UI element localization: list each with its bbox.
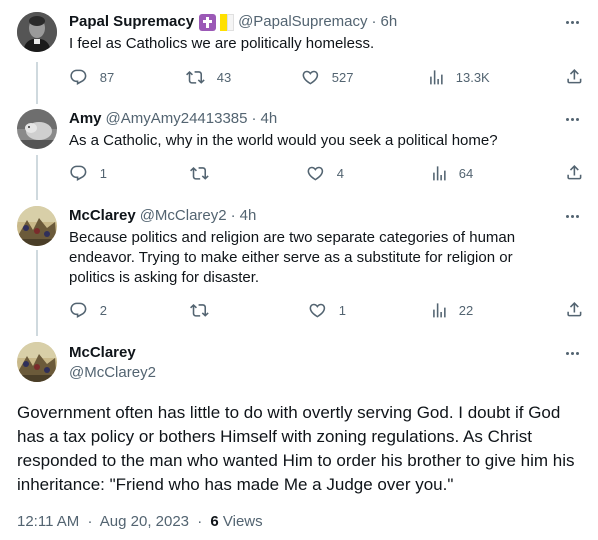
handle[interactable]: @McClarey2: [69, 363, 156, 383]
tweet-amy[interactable]: Amy @AmyAmy24413385 · 4h As a Catholic, …: [0, 109, 598, 189]
reply-button[interactable]: 1: [69, 163, 107, 183]
tweet-text: Government often has little to do with o…: [17, 403, 575, 494]
reply-icon: [70, 302, 87, 318]
reply-icon: [70, 69, 87, 85]
reply-icon: [70, 165, 87, 181]
action-bar: 1 4 64: [69, 163, 584, 183]
share-button[interactable]: [565, 163, 584, 187]
tweet-header: Amy @AmyAmy24413385 · 4h: [69, 109, 277, 129]
retweet-icon: [186, 70, 205, 84]
tweet-text: As a Catholic, why in the world would yo…: [69, 132, 498, 149]
separator-dot: ·: [230, 207, 236, 224]
display-name[interactable]: Amy: [69, 109, 102, 129]
tweet-header: Papal Supremacy @PapalSupremacy · 6h: [69, 12, 397, 32]
cross-badge-icon: [199, 13, 217, 31]
more-icon[interactable]: [562, 12, 582, 32]
avatar[interactable]: [17, 12, 57, 52]
handle[interactable]: @AmyAmy24413385: [106, 109, 248, 129]
share-button[interactable]: [565, 300, 584, 324]
retweet-icon: [190, 303, 209, 317]
separator-dot: ·: [87, 513, 93, 530]
handle[interactable]: @PapalSupremacy: [238, 12, 367, 32]
vatican-flag-icon: [220, 13, 235, 31]
like-icon: [302, 70, 319, 85]
post-time[interactable]: 12:11 AM: [17, 513, 79, 530]
display-name[interactable]: Papal Supremacy: [69, 12, 194, 32]
like-icon: [307, 166, 324, 181]
avatar[interactable]: [17, 206, 57, 246]
views-count: 64: [458, 165, 474, 181]
like-count: 1: [338, 302, 346, 318]
separator-dot: ·: [371, 13, 377, 30]
display-name[interactable]: McClarey: [69, 206, 136, 226]
reply-count: 87: [99, 69, 115, 85]
action-bar: 87 43 527 13.3K: [69, 67, 584, 87]
views-icon: [430, 69, 443, 85]
separator-dot: ·: [197, 513, 203, 530]
timestamp[interactable]: 6h: [381, 12, 398, 32]
views-button[interactable]: 22: [430, 300, 473, 320]
tweet-meta: 12:11 AM · Aug 20, 2023 · 6 Views: [17, 512, 263, 532]
views-button[interactable]: 64: [430, 163, 473, 183]
views-count: 6: [210, 513, 219, 530]
tweet-text: Because politics and religion are two se…: [69, 229, 516, 286]
avatar[interactable]: [17, 109, 57, 149]
tweet-text: I feel as Catholics we are politically h…: [69, 35, 375, 52]
share-icon: [567, 165, 582, 180]
like-count: 527: [331, 69, 354, 85]
views-label: Views: [222, 513, 263, 530]
retweet-icon: [190, 166, 209, 180]
timestamp[interactable]: 4h: [260, 109, 277, 129]
reply-button[interactable]: 2: [69, 300, 107, 320]
more-icon[interactable]: [562, 206, 582, 226]
tweet-header: McClarey @McClarey2 · 4h: [69, 206, 256, 226]
tweet-papal-supremacy[interactable]: Papal Supremacy @PapalSupremacy · 6h I f…: [0, 12, 598, 92]
separator-dot: ·: [251, 110, 257, 127]
like-button[interactable]: 527: [301, 67, 353, 87]
share-icon: [567, 302, 582, 317]
more-icon[interactable]: [562, 109, 582, 129]
reply-count: 1: [99, 165, 107, 181]
retweet-count: 43: [216, 69, 232, 85]
avatar[interactable]: [17, 342, 57, 382]
post-date[interactable]: Aug 20, 2023: [100, 513, 189, 530]
like-button[interactable]: 1: [308, 300, 346, 320]
handle[interactable]: @McClarey2: [140, 206, 227, 226]
views-button[interactable]: 13.3K: [427, 67, 490, 87]
views-icon: [433, 165, 446, 181]
tweet-mcclarey-reply[interactable]: McClarey @McClarey2 · 4h Because politic…: [0, 206, 598, 326]
tweet-main: McClarey @McClarey2 Government often has…: [0, 342, 598, 540]
retweet-button[interactable]: [190, 163, 221, 183]
reply-button[interactable]: 87: [69, 67, 114, 87]
more-icon[interactable]: [562, 343, 582, 363]
reply-count: 2: [99, 302, 107, 318]
share-button[interactable]: [565, 67, 584, 91]
timestamp[interactable]: 4h: [240, 206, 257, 226]
share-icon: [567, 69, 582, 84]
views-icon: [433, 302, 446, 318]
like-button[interactable]: 4: [306, 163, 344, 183]
views-count: 13.3K: [455, 69, 490, 85]
display-name[interactable]: McClarey: [69, 343, 136, 363]
views-count: 22: [458, 302, 474, 318]
retweet-button[interactable]: 43: [186, 67, 231, 87]
like-count: 4: [336, 165, 344, 181]
retweet-button[interactable]: [190, 300, 221, 320]
like-icon: [309, 303, 326, 318]
action-bar: 2 1 22: [69, 300, 584, 320]
